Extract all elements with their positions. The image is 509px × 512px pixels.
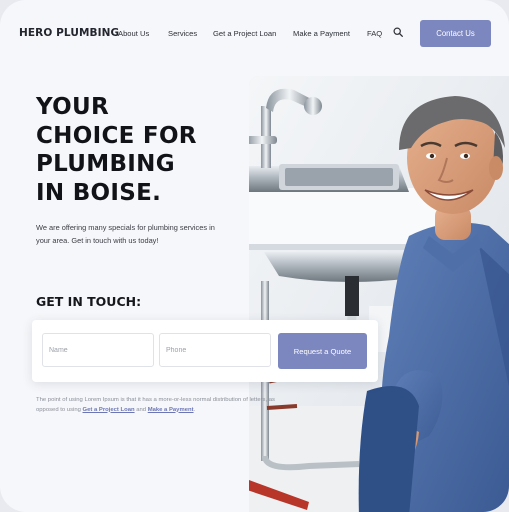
page: HERO PLUMBING About Us Services Get a Pr… (0, 0, 509, 512)
hero-title: YOUR CHOICE FOR PLUMBING IN BOISE. (36, 93, 197, 207)
hero-subtitle: We are offering many specials for plumbi… (36, 223, 215, 245)
hero-title-line: CHOICE FOR (36, 122, 197, 149)
footnote-and: and (136, 406, 147, 413)
nav-make-payment[interactable]: Make a Payment (293, 29, 350, 38)
get-in-touch-heading: GET IN TOUCH: (36, 294, 142, 309)
name-input[interactable] (42, 333, 154, 367)
hero-title-line: IN BOISE. (36, 179, 162, 206)
footnote-link-make-payment[interactable]: Make a Payment (148, 407, 194, 413)
phone-input[interactable] (159, 333, 271, 367)
footnote: The point of using Lorem Ipsum is that i… (36, 396, 296, 415)
hero-title-line: PLUMBING (36, 151, 175, 177)
footnote-end: . (193, 406, 196, 413)
search-icon[interactable] (393, 27, 403, 37)
plumber-illustration (249, 76, 509, 512)
contact-us-button[interactable]: Contact Us (420, 20, 491, 47)
request-quote-button[interactable]: Request a Quote (278, 333, 367, 369)
nav-services[interactable]: Services (168, 29, 197, 38)
nav-faq[interactable]: FAQ (367, 29, 382, 38)
hero-title-line: YOUR (36, 94, 109, 120)
nav-about-us[interactable]: About Us (118, 29, 149, 38)
footnote-link-project-loan[interactable]: Get a Project Loan (83, 407, 135, 413)
nav-project-loan[interactable]: Get a Project Loan (213, 29, 276, 38)
hero-photo (249, 76, 509, 512)
site-logo[interactable]: HERO PLUMBING (19, 27, 119, 39)
quote-form: Request a Quote (32, 320, 378, 382)
